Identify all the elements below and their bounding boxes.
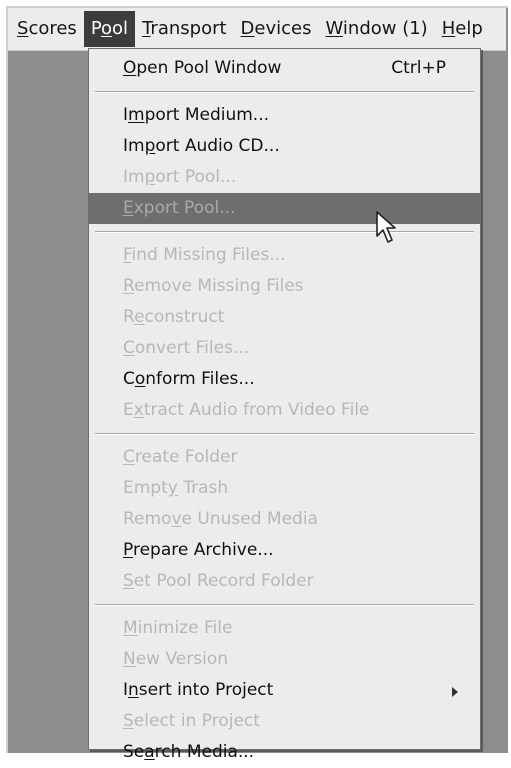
menu-item-label: Empty Trash — [123, 478, 229, 498]
menu-item-conform-files[interactable]: Conform Files... — [89, 364, 480, 395]
menu-item-search-media[interactable]: Search Media... — [89, 737, 480, 768]
menu-devices[interactable]: Devices — [234, 11, 319, 47]
menu-item-new-version: New Version — [89, 644, 480, 675]
menu-help[interactable]: Help — [435, 11, 490, 47]
menu-transport[interactable]: Transport — [135, 11, 233, 47]
menu-item-label: Create Folder — [123, 447, 238, 467]
menu-window[interactable]: Window (1) — [319, 11, 435, 47]
menu-item-label: Set Pool Record Folder — [123, 571, 314, 591]
menu-item-label: Import Pool... — [123, 167, 237, 187]
menu-item-empty-trash: Empty Trash — [89, 473, 480, 504]
menu-item-label: Extract Audio from Video File — [123, 400, 370, 420]
menu-item-import-medium[interactable]: Import Medium... — [89, 100, 480, 131]
shortcut-label: Ctrl+P — [391, 58, 446, 78]
menu-item-minimize-file: Minimize File — [89, 613, 480, 644]
pool-menu-dropdown: Open Pool Window Ctrl+P Import Medium...… — [88, 48, 481, 762]
menu-item-export-pool[interactable]: Export Pool... — [89, 193, 480, 224]
menu-item-prepare-archive[interactable]: Prepare Archive... — [89, 535, 480, 566]
menu-item-label: Select in Project — [123, 711, 260, 731]
menu-item-label: Open Pool Window — [123, 58, 282, 78]
menu-item-label: Convert Files... — [123, 338, 250, 358]
menu-item-label: Export Pool... — [123, 198, 236, 218]
menu-scores[interactable]: Scores — [8, 11, 84, 47]
menu-item-label: Prepare Archive... — [123, 540, 274, 560]
arrow-pointer-icon — [376, 211, 396, 243]
menu-separator — [95, 433, 474, 435]
menu-item-label: Import Audio CD... — [123, 136, 280, 156]
menu-item-remove-unused-media: Remove Unused Media — [89, 504, 480, 535]
menu-bar: Scores Pool Transport Devices Window (1)… — [8, 8, 506, 51]
menu-item-label: Conform Files... — [123, 369, 255, 389]
menu-item-remove-missing-files: Remove Missing Files — [89, 271, 480, 302]
menu-item-label: Find Missing Files... — [123, 245, 286, 265]
menu-separator — [95, 604, 474, 606]
menu-item-find-missing-files: Find Missing Files... — [89, 240, 480, 271]
menu-pool[interactable]: Pool — [83, 11, 136, 47]
menu-item-import-audio-cd[interactable]: Import Audio CD... — [89, 131, 480, 162]
menu-item-label: New Version — [123, 649, 228, 669]
menu-item-label: Remove Unused Media — [123, 509, 318, 529]
menu-separator — [95, 91, 474, 93]
menu-item-convert-files: Convert Files... — [89, 333, 480, 364]
menu-item-label: Minimize File — [123, 618, 233, 638]
menu-item-label: Reconstruct — [123, 307, 225, 327]
menu-item-reconstruct: Reconstruct — [89, 302, 480, 333]
menu-item-create-folder: Create Folder — [89, 442, 480, 473]
menu-item-import-pool: Import Pool... — [89, 162, 480, 193]
menu-item-select-in-project: Select in Project — [89, 706, 480, 737]
menu-item-set-pool-record-folder: Set Pool Record Folder — [89, 566, 480, 597]
menu-item-label: Import Medium... — [123, 105, 270, 125]
menu-item-extract-audio: Extract Audio from Video File — [89, 395, 480, 426]
menu-item-label: Remove Missing Files — [123, 276, 304, 296]
submenu-arrow-icon — [452, 687, 458, 697]
menu-item-label: Insert into Project — [123, 680, 274, 700]
menu-item-label: Search Media... — [123, 742, 255, 762]
menu-item-insert-into-project[interactable]: Insert into Project — [89, 675, 480, 706]
menu-separator — [95, 231, 474, 233]
menu-item-open-pool-window[interactable]: Open Pool Window Ctrl+P — [89, 53, 480, 84]
